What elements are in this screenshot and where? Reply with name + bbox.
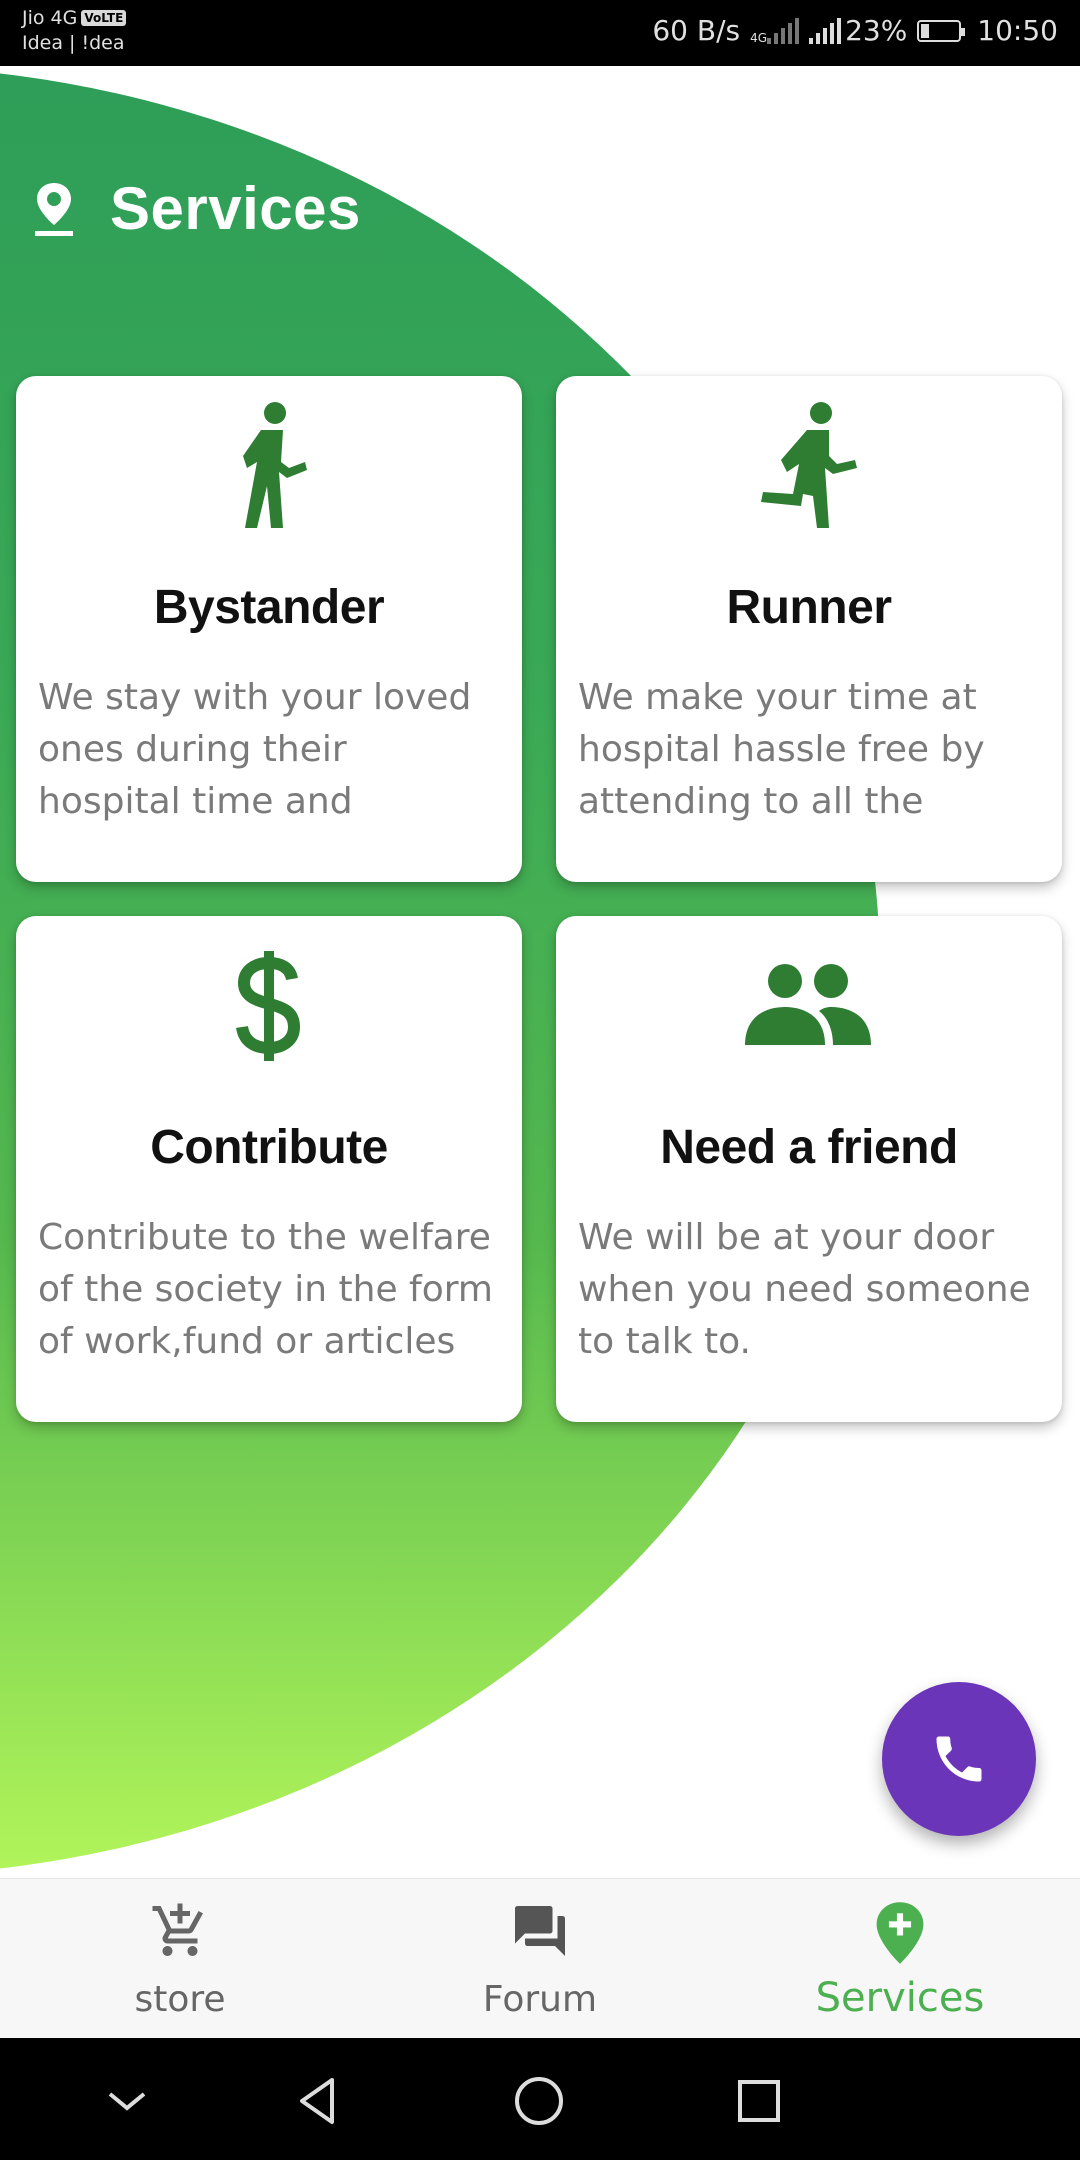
service-card-need-a-friend[interactable]: Need a friend We will be at your door wh…	[556, 916, 1062, 1422]
page-title: Services	[110, 175, 361, 242]
carrier-primary: Jio 4G	[22, 7, 78, 29]
recents-icon[interactable]	[732, 2074, 786, 2128]
carrier-secondary: Idea | !dea	[22, 32, 125, 54]
card-description: Contribute to the welfare of the society…	[38, 1217, 493, 1362]
nav-label-store: store	[134, 1979, 226, 2020]
card-title: Runner	[726, 581, 893, 634]
nav-label-forum: Forum	[482, 1979, 598, 2020]
network-signal-icon: 4G	[750, 17, 800, 45]
cell-signal-icon	[809, 17, 842, 44]
back-icon[interactable]	[292, 2074, 346, 2128]
network-type: 4G	[750, 30, 768, 45]
phone-icon	[936, 1736, 982, 1782]
home-icon[interactable]	[512, 2074, 566, 2128]
system-navigation-bar	[0, 2038, 1080, 2160]
status-bar: Jio 4G VoLTE Idea | !dea 60 B/s 4G 23% 10…	[0, 0, 1080, 66]
service-card-bystander[interactable]: Bystander We stay with your loved ones d…	[16, 376, 522, 882]
clock: 10:50	[977, 14, 1058, 47]
people-icon	[745, 964, 871, 1045]
forum-icon	[515, 1906, 565, 1956]
cart-add-icon	[152, 1903, 203, 1956]
nav-item-forum[interactable]: Forum	[360, 1879, 720, 2039]
battery-icon	[917, 19, 966, 42]
volte-badge: VoLTE	[81, 10, 127, 26]
card-title: Bystander	[153, 581, 385, 634]
card-description: We will be at your door when you need so…	[578, 1217, 1031, 1362]
chevron-down-icon[interactable]	[100, 2074, 154, 2128]
nav-item-store[interactable]: store	[0, 1879, 360, 2039]
nav-label-services: Services	[815, 1975, 985, 2021]
nav-item-services[interactable]: Services	[720, 1879, 1080, 2039]
walking-person-icon	[243, 402, 307, 528]
card-description: We make your time at hospital hassle fre…	[578, 677, 985, 822]
carrier-info: Jio 4G VoLTE Idea | !dea	[22, 6, 127, 56]
card-title: Need a friend	[660, 1121, 958, 1174]
battery-percent: 23%	[845, 14, 908, 47]
status-indicators: 60 B/s 4G 23% 10:50	[652, 14, 1058, 47]
service-card-runner[interactable]: Runner We make your time at hospital has…	[556, 376, 1062, 882]
bottom-navigation: store Forum Services	[0, 1878, 1080, 2038]
running-person-icon	[761, 402, 857, 528]
service-card-contribute[interactable]: Contribute Contribute to the welfare of …	[16, 916, 522, 1422]
card-title: Contribute	[150, 1121, 388, 1174]
location-plus-icon	[876, 1902, 924, 1964]
card-description: We stay with your loved ones during thei…	[38, 677, 472, 822]
location-pin-icon	[35, 182, 73, 236]
screen-header: Services	[34, 174, 361, 243]
call-button[interactable]	[882, 1682, 1036, 1836]
services-screen: Services Bystander We stay with your lov…	[0, 66, 1080, 1878]
dollar-icon	[236, 951, 301, 1061]
network-speed: 60 B/s	[652, 14, 741, 47]
